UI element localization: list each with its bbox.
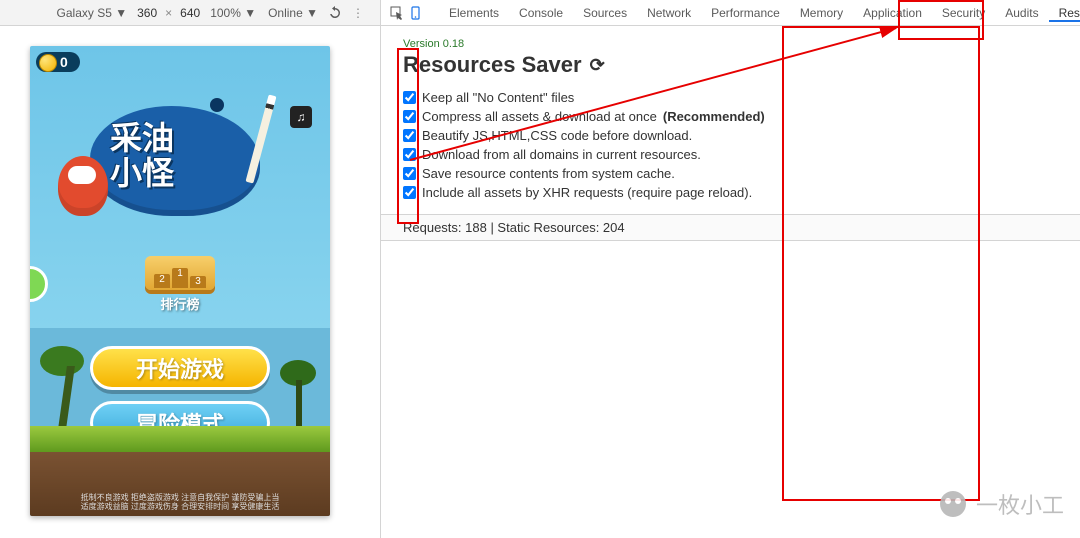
music-toggle[interactable]: ♫ (290, 106, 312, 128)
tab-audits[interactable]: Audits (995, 6, 1048, 20)
game-logo: 采油小怪 (90, 106, 270, 236)
option-row[interactable]: Keep all "No Content" files (403, 90, 1058, 105)
option-row[interactable]: Download from all domains in current res… (403, 147, 1058, 162)
option-label: Include all assets by XHR requests (requ… (422, 185, 752, 200)
tab-network[interactable]: Network (637, 6, 701, 20)
start-game-button[interactable]: 开始游戏 (90, 346, 270, 390)
side-button[interactable] (30, 266, 48, 302)
ranking-button[interactable]: 213 排行榜 (145, 256, 215, 313)
device-height[interactable]: 640 (176, 6, 204, 20)
stats-bar: Requests: 188 | Static Resources: 204 (381, 214, 1080, 241)
tree-decoration (40, 346, 90, 436)
device-width[interactable]: 360 (133, 6, 161, 20)
tab-elements[interactable]: Elements (439, 6, 509, 20)
coin-counter: 0 (36, 52, 80, 72)
tab-console[interactable]: Console (509, 6, 573, 20)
version-label: Version 0.18 (403, 38, 1058, 50)
tab-resourcessaver[interactable]: ResourcesSaver (1049, 6, 1080, 22)
option-checkbox[interactable] (403, 186, 416, 199)
game-preview: 0 ♫ 采油小怪 213 排行榜 开始游戏 冒险模式 (30, 46, 330, 516)
music-icon: ♫ (297, 110, 306, 124)
disclaimer-text: 抵制不良游戏 拒绝盗版游戏 注意自我保护 谨防受骗上当适度游戏益脑 过度游戏伤身… (30, 493, 330, 512)
devtools-tabbar: ElementsConsoleSourcesNetworkPerformance… (381, 0, 1080, 26)
monster-icon (58, 156, 108, 216)
inspect-icon[interactable] (390, 5, 404, 21)
option-label: Beautify JS,HTML,CSS code before downloa… (422, 128, 692, 143)
device-mult: × (161, 6, 176, 20)
ranking-label: 排行榜 (145, 294, 215, 313)
tab-sources[interactable]: Sources (573, 6, 637, 20)
rotate-icon[interactable] (327, 5, 343, 21)
device-select[interactable]: Galaxy S5 ▼ (51, 4, 134, 22)
watermark: 一枚小工 (940, 488, 1064, 520)
option-row[interactable]: Save resource contents from system cache… (403, 166, 1058, 181)
reload-icon[interactable]: ⟳ (590, 55, 605, 76)
option-checkbox[interactable] (403, 110, 416, 123)
wechat-icon (940, 491, 966, 517)
tab-application[interactable]: Application (853, 6, 932, 20)
device-more-icon[interactable]: ⋮ (346, 6, 370, 20)
option-checkbox[interactable] (403, 129, 416, 142)
trophy-icon: 213 (145, 256, 215, 290)
option-label: Compress all assets & download at once (422, 109, 657, 124)
option-row[interactable]: Include all assets by XHR requests (requ… (403, 185, 1058, 200)
option-checkbox[interactable] (403, 148, 416, 161)
option-row[interactable]: Compress all assets & download at once (… (403, 109, 1058, 124)
pencil-icon (245, 94, 276, 183)
device-toolbar: Galaxy S5 ▼ 360 × 640 100% ▼ Online ▼ ⋮ (0, 0, 380, 26)
resources-saver-panel: Version 0.18 Resources Saver ⟳ Keep all … (381, 26, 1080, 253)
panel-title: Resources Saver ⟳ (403, 52, 1058, 78)
option-label: Save resource contents from system cache… (422, 166, 675, 181)
device-mode-icon[interactable] (410, 5, 424, 21)
option-checkbox[interactable] (403, 167, 416, 180)
tab-memory[interactable]: Memory (790, 6, 853, 20)
option-label: Keep all "No Content" files (422, 90, 574, 105)
tab-performance[interactable]: Performance (701, 6, 790, 20)
watermark-text: 一枚小工 (976, 488, 1064, 520)
tab-security[interactable]: Security (932, 6, 995, 20)
option-checkbox[interactable] (403, 91, 416, 104)
option-label: Download from all domains in current res… (422, 147, 701, 162)
option-row[interactable]: Beautify JS,HTML,CSS code before downloa… (403, 128, 1058, 143)
option-label-strong: (Recommended) (663, 109, 765, 124)
zoom-select[interactable]: 100% ▼ (204, 4, 262, 22)
network-select[interactable]: Online ▼ (262, 4, 324, 22)
